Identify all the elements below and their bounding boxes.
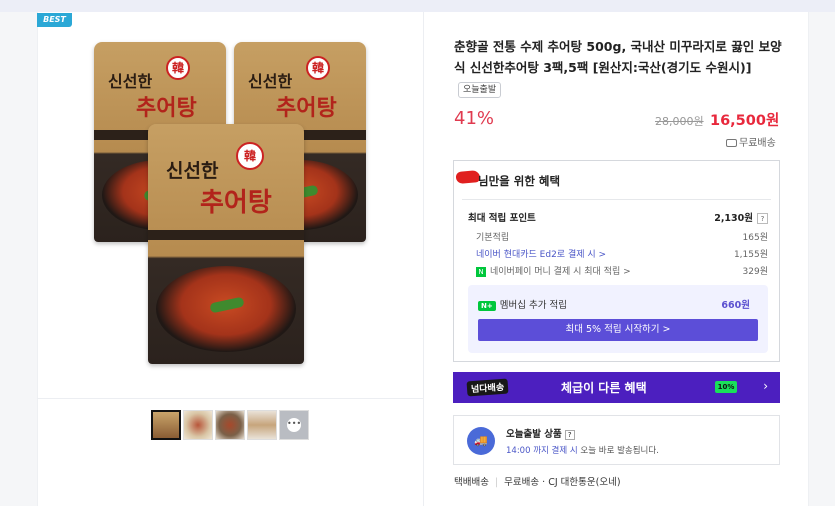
naver-plus-icon: N+ <box>478 300 496 311</box>
product-page: BEST 韓 신선한 추어탕 韓 신선한 추어탕 韓 신선한 추어탕 ••• 춘 <box>0 0 835 506</box>
column-divider <box>423 12 424 506</box>
promo-banner[interactable]: 넘다배송 체급이 다른 혜택 10% › <box>453 372 780 403</box>
product-title-text: 춘향골 전통 수제 추어탕 500g, 국내산 미꾸라지로 끓인 보양식 신선한… <box>454 39 782 75</box>
today-ship-desc-text: 오늘 바로 발송됩니다. <box>577 446 659 456</box>
product-main-image[interactable]: 韓 신선한 추어탕 韓 신선한 추어탕 韓 신선한 추어탕 <box>90 38 380 368</box>
best-badge: BEST <box>37 13 72 27</box>
help-icon[interactable]: ? <box>757 213 768 224</box>
product-title: 춘향골 전통 수제 추어탕 500g, 국내산 미꾸라지로 끓인 보양식 신선한… <box>454 36 784 99</box>
max-points-value: 2,130원? <box>714 210 768 224</box>
promo-text: 체급이 다른 혜택 <box>561 381 647 395</box>
points-row-value: 329원 <box>742 267 768 277</box>
gallery-separator <box>37 398 423 399</box>
delivery-carrier: · CJ 대한통운(오네) <box>542 477 621 488</box>
today-ship-box: 🚚 오늘출발 상품? 14:00 까지 결제 시 오늘 바로 발송됩니다. <box>453 415 780 465</box>
pouch-brand-main: 추어탕 <box>136 95 197 121</box>
max-points-label: 최대 적립 포인트 <box>468 213 536 224</box>
thumbnail-4[interactable] <box>247 410 277 440</box>
today-ship-title-text: 오늘출발 상품 <box>506 429 562 440</box>
thumbnail-2[interactable] <box>183 410 213 440</box>
today-ship-tag: 오늘출발 <box>458 81 502 98</box>
pouch-seal: 韓 <box>236 142 264 170</box>
top-band <box>0 0 835 12</box>
pouch-brand-main: 추어탕 <box>200 188 272 218</box>
pouch-brand-top: 신선한 <box>166 160 219 182</box>
benefit-box: 님만을 위한 혜택 최대 적립 포인트 2,130원? 기본적립 165원 네이… <box>453 160 780 362</box>
points-row-label: 기본적립 <box>476 233 510 243</box>
membership-value: 660원 <box>721 300 750 311</box>
thumbnail-strip: ••• <box>151 410 309 440</box>
discount-rate: 41% <box>454 108 495 129</box>
delivery-info: 택배배송 | 무료배송 · CJ 대한통운(오네) <box>454 477 621 488</box>
promo-pill: 10% <box>715 381 737 393</box>
thumbnail-more[interactable]: ••• <box>279 410 309 440</box>
today-ship-title: 오늘출발 상품? <box>506 426 575 440</box>
pouch-image-front: 韓 신선한 추어탕 <box>148 124 304 364</box>
cutoff-time: 14:00 까지 결제 시 <box>506 446 578 456</box>
pouch-brand-main: 추어탕 <box>276 95 337 121</box>
npay-benefit-link[interactable]: 네이버페이 머니 결제 시 최대 적립 > <box>490 267 631 277</box>
points-row-value: 165원 <box>742 233 768 243</box>
chevron-right-icon: › <box>763 379 768 393</box>
delivery-truck-icon: 🚚 <box>467 427 495 455</box>
membership-start-button[interactable]: 최대 5% 적립 시작하기 > <box>478 319 758 341</box>
delivery-fee: 무료배송 <box>504 477 540 488</box>
max-points-row: 최대 적립 포인트 2,130원? <box>468 210 768 224</box>
npay-icon: N <box>476 266 486 277</box>
membership-label-text: 멤버십 추가 적립 <box>499 300 567 311</box>
free-shipping-label: 무료배송 <box>739 138 776 149</box>
sale-price: 16,500원 <box>710 113 780 129</box>
max-points-amount: 2,130원 <box>714 213 753 224</box>
today-ship-desc: 14:00 까지 결제 시 오늘 바로 발송됩니다. <box>506 444 659 456</box>
help-icon[interactable]: ? <box>564 430 575 440</box>
free-shipping: 무료배송 <box>726 134 776 149</box>
benefit-title: 님만을 위한 혜택 <box>478 174 561 188</box>
redaction-mark <box>455 169 481 185</box>
membership-panel: N+ 멤버십 추가 적립 660원 최대 5% 적립 시작하기 > <box>468 285 768 353</box>
pouch-seal: 韓 <box>306 56 330 80</box>
promo-logo: 넘다배송 <box>466 378 509 397</box>
pouch-seal: 韓 <box>166 56 190 80</box>
points-row-card[interactable]: 네이버 현대카드 Ed2로 결제 시 > 1,155원 <box>468 247 768 260</box>
thumbnail-1[interactable] <box>151 410 181 440</box>
pouch-brand-top: 신선한 <box>248 72 293 91</box>
thumbnail-3[interactable] <box>215 410 245 440</box>
points-row-value: 1,155원 <box>733 250 768 260</box>
points-row-basic: 기본적립 165원 <box>468 230 768 243</box>
more-icon: ••• <box>287 418 301 432</box>
truck-icon <box>726 139 737 147</box>
points-row-npay[interactable]: N 네이버페이 머니 결제 시 최대 적립 > 329원 <box>468 264 768 277</box>
delivery-type: 택배배송 <box>454 477 489 488</box>
membership-label: N+ 멤버십 추가 적립 <box>478 297 567 311</box>
original-price: 28,000원 <box>655 115 704 128</box>
pouch-brand-top: 신선한 <box>108 72 153 91</box>
card-benefit-link[interactable]: 네이버 현대카드 Ed2로 결제 시 > <box>468 250 606 260</box>
